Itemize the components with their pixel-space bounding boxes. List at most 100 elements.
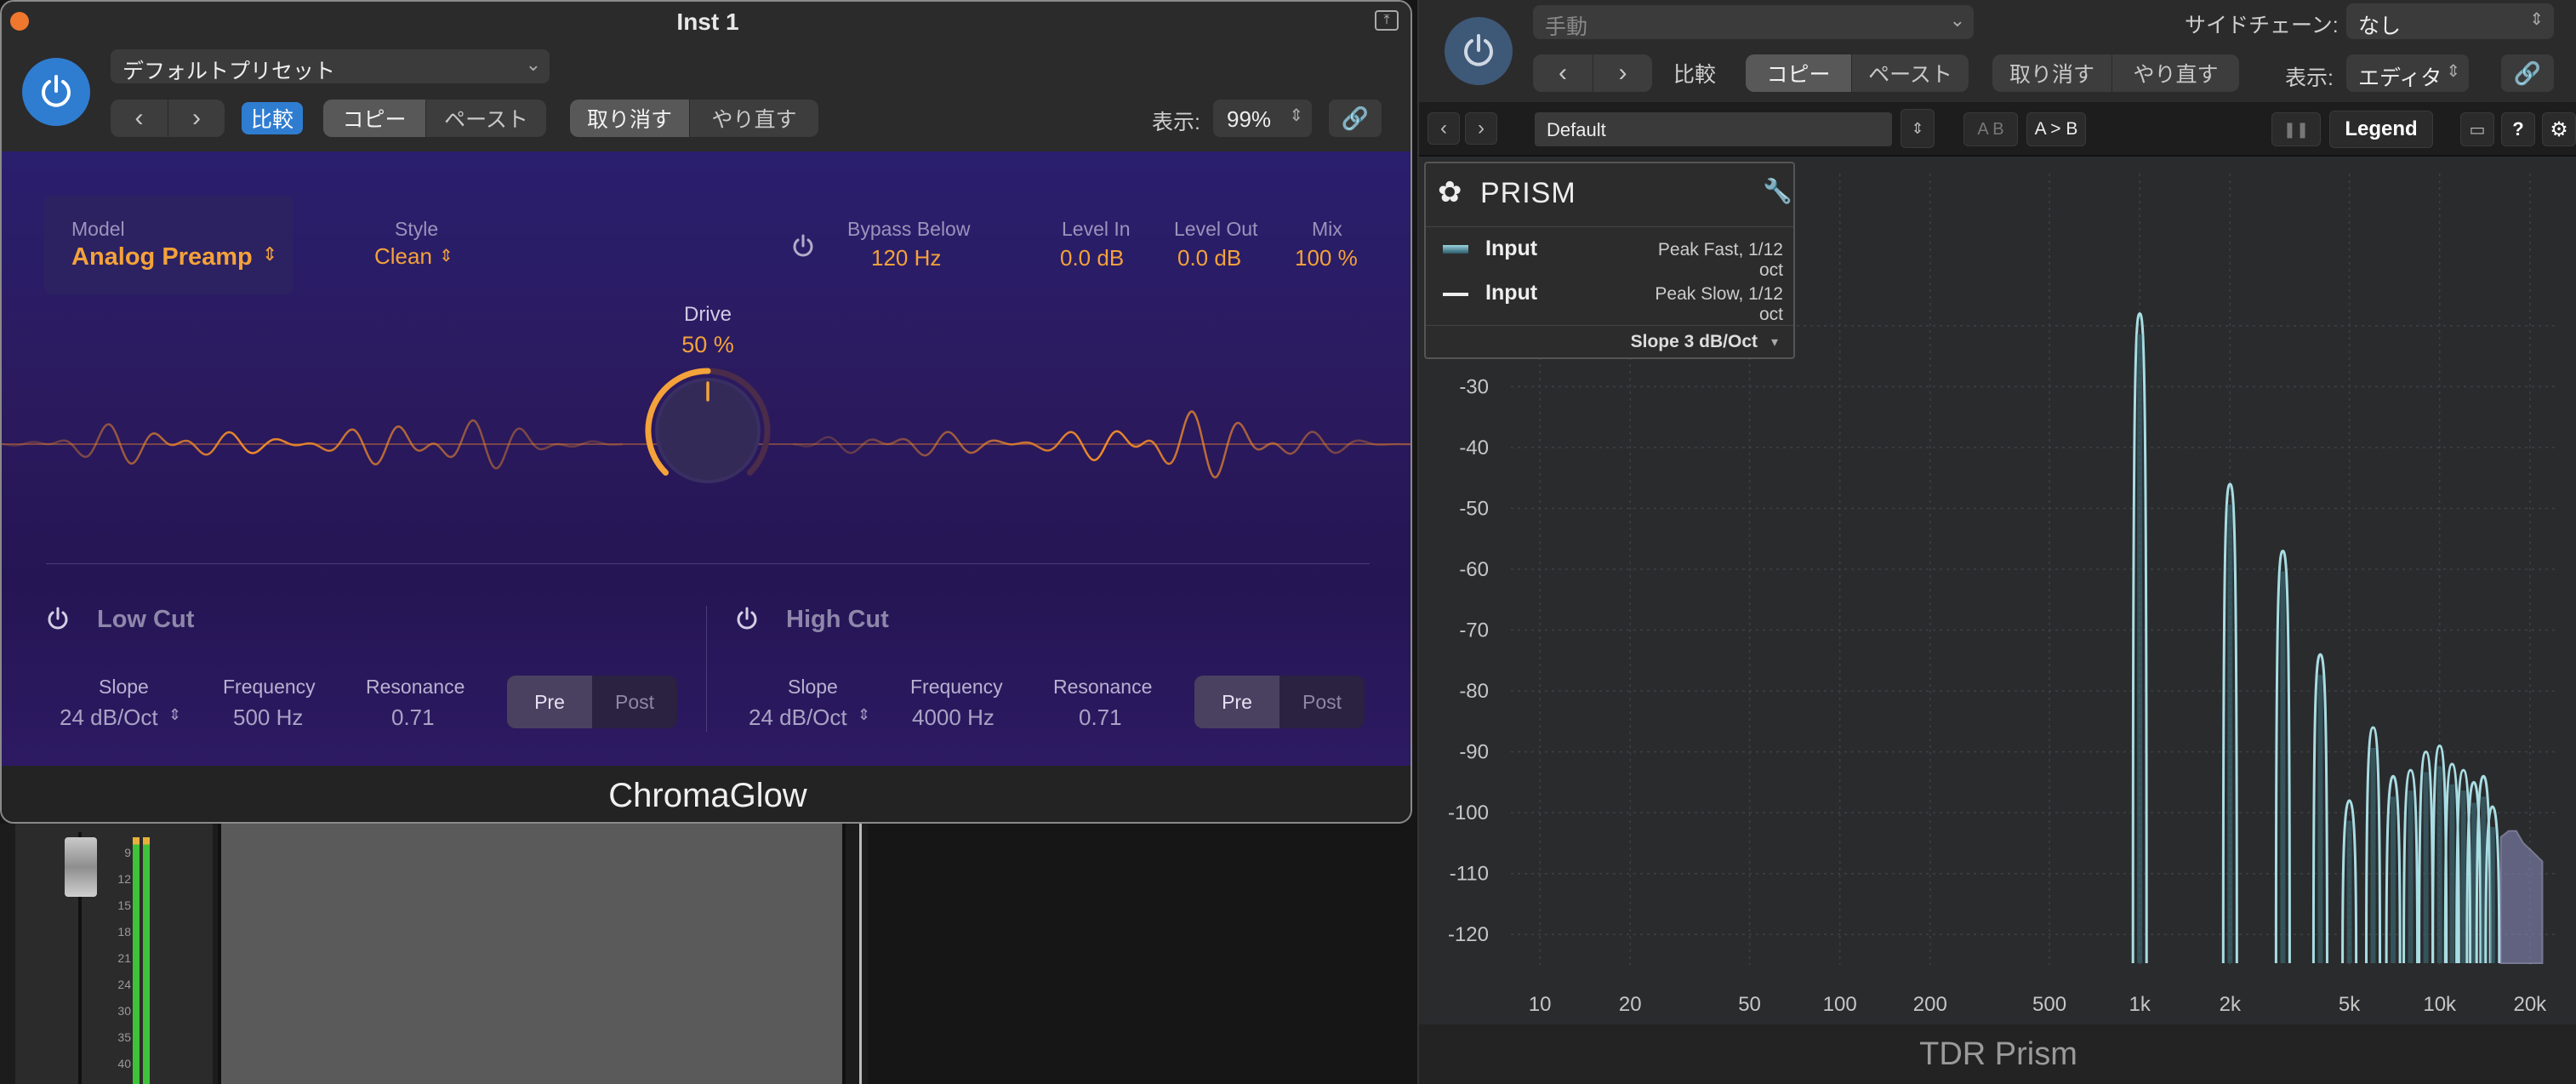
compare-button[interactable]: 比較 — [242, 102, 303, 134]
preset-dropdown[interactable]: 手動 ⌄ — [1533, 5, 1974, 39]
prism-preset-field[interactable]: Default — [1535, 112, 1892, 146]
low-cut-power-button[interactable] — [44, 606, 71, 633]
x-tick-label: 20k — [2513, 993, 2547, 1016]
preset-dropdown[interactable]: デフォルトプリセット ⌄ — [111, 49, 550, 83]
mix-label: Mix — [1312, 218, 1342, 240]
prev-preset-button[interactable]: ‹ — [1533, 54, 1593, 92]
undo-button[interactable]: 取り消す — [570, 100, 689, 137]
wrench-icon[interactable]: 🔧 — [1763, 177, 1792, 205]
view-dropdown[interactable]: エディタ ⇕ — [2346, 54, 2469, 92]
slope-value: Slope 3 dB/Oct — [1630, 332, 1758, 351]
high-cut-post-button[interactable]: Post — [1279, 676, 1365, 728]
low-cut-freq-label: Frequency — [223, 676, 316, 698]
a-to-b-button[interactable]: A > B — [2026, 112, 2086, 146]
legend-button[interactable]: Legend — [2329, 111, 2433, 148]
paste-button[interactable]: ペースト — [1851, 54, 1969, 92]
x-tick-label: 50 — [1738, 993, 1761, 1016]
track-area — [218, 824, 846, 1084]
sidechain-dropdown[interactable]: なし ⇕ — [2346, 3, 2554, 39]
preset-nav: ‹ › — [1533, 54, 1652, 92]
x-tick-label: 2k — [2220, 993, 2242, 1016]
fader-scale-label: 30 — [117, 1004, 131, 1018]
high-cut-res-value[interactable]: 0.71 — [1079, 705, 1122, 731]
low-cut-title: Low Cut — [97, 606, 195, 633]
sidechain-label: サイドチェーン: — [2185, 14, 2339, 37]
preset-name: デフォルトプリセット — [123, 60, 336, 83]
spectrum-peak-fill — [2227, 504, 2233, 963]
low-cut-res-value[interactable]: 0.71 — [391, 705, 435, 731]
y-tick-label: -90 — [1459, 741, 1489, 764]
power-button[interactable] — [22, 58, 90, 126]
low-cut-slope-value[interactable]: 24 dB/Oct — [60, 705, 158, 731]
pause-button[interactable]: ❚❚ — [2271, 112, 2321, 146]
section-divider — [46, 563, 1370, 564]
x-tick-label: 1k — [2129, 993, 2151, 1016]
prism-next-button[interactable]: › — [1465, 112, 1497, 145]
spectrum-peak-fill — [2449, 784, 2455, 963]
tdr-prism-window: 手動 ⌄ サイドチェーン: なし ⇕ ‹ › 比較 コピー ペースト 取り消す … — [1417, 0, 2576, 1084]
fader-scale-label: 18 — [117, 925, 131, 939]
high-cut-power-button[interactable] — [733, 606, 761, 633]
high-cut-pre-button[interactable]: Pre — [1194, 676, 1279, 728]
bypass-value[interactable]: 120 Hz — [871, 245, 941, 271]
view-label: 表示: — [2285, 66, 2334, 90]
high-cut-slope-value[interactable]: 24 dB/Oct — [749, 705, 847, 731]
fader-scale-label: 15 — [117, 899, 131, 912]
legend-row2-name[interactable]: Input — [1485, 281, 1537, 305]
high-cut-pre-post: Pre Post — [1194, 676, 1365, 728]
next-preset-button[interactable]: › — [168, 100, 225, 137]
copy-button[interactable]: コピー — [323, 100, 425, 137]
legend-row1-name[interactable]: Input — [1485, 237, 1537, 261]
prev-preset-button[interactable]: ‹ — [111, 100, 168, 137]
updown-icon: ⇕ — [858, 706, 871, 723]
next-preset-button[interactable]: › — [1593, 54, 1652, 92]
undo-redo-group: 取り消す やり直す — [1992, 54, 2239, 92]
redo-button[interactable]: やり直す — [2112, 54, 2239, 92]
slope-selector[interactable]: Slope 3 dB/Oct ▾ — [1613, 330, 1783, 356]
updown-icon: ⇕ — [2446, 62, 2460, 81]
expand-icon[interactable]: ⤒ — [1375, 10, 1399, 31]
y-tick-label: -30 — [1459, 375, 1489, 398]
style-selector[interactable]: Clean ⇕ — [374, 243, 476, 272]
redo-button[interactable]: やり直す — [689, 100, 818, 137]
link-button[interactable]: 🔗 — [1329, 100, 1382, 137]
bypass-power-button[interactable] — [789, 233, 817, 260]
y-tick-label: -120 — [1448, 923, 1489, 946]
gear-icon[interactable]: ⚙ — [2542, 112, 2576, 146]
updown-icon: ⇕ — [168, 706, 182, 723]
timeline-divider — [859, 824, 862, 1084]
low-cut-post-button[interactable]: Post — [592, 676, 677, 728]
y-tick-label: -70 — [1459, 619, 1489, 642]
high-cut-freq-value[interactable]: 4000 Hz — [912, 705, 994, 731]
low-cut-pre-post: Pre Post — [507, 676, 677, 728]
updown-icon: ⇕ — [439, 247, 453, 265]
zoom-dropdown[interactable]: 99% ⇕ — [1213, 100, 1312, 137]
volume-fader-handle[interactable] — [65, 837, 97, 897]
copy-button[interactable]: コピー — [1746, 54, 1851, 92]
level-out-value[interactable]: 0.0 dB — [1177, 245, 1241, 271]
drive-knob[interactable] — [638, 361, 778, 500]
link-button[interactable]: 🔗 — [2501, 54, 2554, 92]
help-button[interactable]: ? — [2501, 112, 2535, 146]
display-icon[interactable]: ▭ — [2460, 112, 2494, 146]
model-selector[interactable]: Model Analog Preamp ⇕ — [44, 196, 293, 294]
paste-button[interactable]: ペースト — [425, 100, 546, 137]
undo-button[interactable]: 取り消す — [1992, 54, 2112, 92]
ab-button[interactable]: A B — [1963, 112, 2018, 146]
spectrum-peak-fill — [2391, 796, 2396, 963]
low-cut-pre-button[interactable]: Pre — [507, 676, 592, 728]
spectrum-peak-fill — [2317, 675, 2323, 963]
power-button[interactable] — [1445, 17, 1513, 85]
mix-value[interactable]: 100 % — [1295, 245, 1358, 271]
power-icon — [793, 234, 813, 257]
prism-prev-button[interactable]: ‹ — [1428, 112, 1460, 145]
spectrum-peak-fill — [2489, 827, 2495, 963]
y-tick-label: -100 — [1448, 802, 1489, 824]
level-in-value[interactable]: 0.0 dB — [1060, 245, 1124, 271]
high-cut-slope-label: Slope — [788, 676, 838, 698]
link-icon: 🔗 — [1341, 105, 1370, 131]
y-tick-label: -110 — [1450, 863, 1489, 886]
low-cut-freq-value[interactable]: 500 Hz — [233, 705, 303, 731]
compare-button[interactable]: 比較 — [1661, 56, 1729, 90]
prism-preset-stepper[interactable]: ⇕ — [1901, 109, 1935, 148]
